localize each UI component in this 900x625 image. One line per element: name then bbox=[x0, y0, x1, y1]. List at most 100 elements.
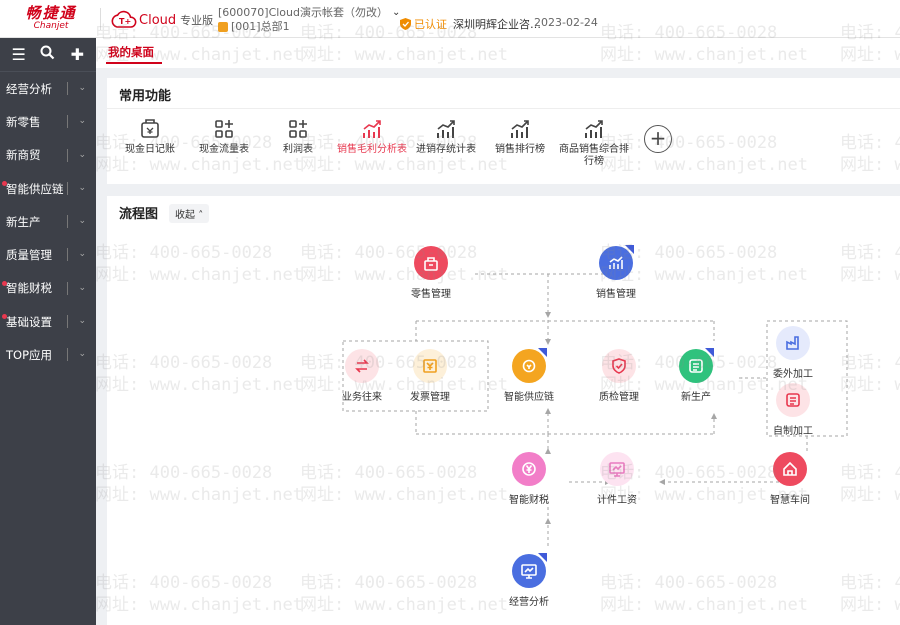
sidebar-item[interactable]: 智能供应链 ⌄ bbox=[0, 172, 96, 205]
corner-marker bbox=[538, 348, 547, 357]
flow-node-retail[interactable]: 零售管理 bbox=[396, 246, 466, 300]
shortcut-6[interactable]: 销售排行榜 bbox=[483, 118, 557, 156]
sidebar-item-label: 智能财税 bbox=[6, 281, 52, 296]
screen-icon bbox=[600, 452, 634, 486]
swap-icon bbox=[345, 349, 379, 383]
flow-node-sales[interactable]: 销售管理 bbox=[581, 245, 651, 300]
chart-up-icon bbox=[363, 120, 381, 138]
search-icon[interactable] bbox=[37, 45, 59, 64]
flow-node-contacts[interactable]: 业务往来 bbox=[327, 349, 397, 403]
flow-node-outsource[interactable]: 委外加工 bbox=[758, 326, 828, 380]
sidebar-item-separator bbox=[67, 82, 68, 95]
sidebar-item-separator bbox=[67, 315, 68, 329]
flow-node-production[interactable]: 新生产 bbox=[661, 348, 731, 403]
flow-node-analysis[interactable]: 经营分析 bbox=[494, 553, 564, 608]
shortcut-label: 销售毛利分析表 bbox=[337, 144, 407, 155]
flow-node-label: 销售管理 bbox=[596, 289, 636, 300]
chevron-down-icon[interactable]: ⌄ bbox=[78, 150, 86, 160]
flow-node-workshop[interactable]: 智慧车间 bbox=[755, 452, 825, 506]
invoice-icon bbox=[413, 349, 447, 383]
chevron-down-icon[interactable]: ⌄ bbox=[78, 183, 86, 193]
notification-dot bbox=[2, 280, 7, 286]
flow-node-label: 零售管理 bbox=[411, 289, 451, 300]
sidebar-toolbar: ☰ ✚ bbox=[0, 38, 96, 72]
shieldq-icon bbox=[602, 349, 636, 383]
sidebar-item[interactable]: 质量管理 ⌄ bbox=[0, 238, 96, 271]
sidebar-item[interactable]: 经营分析 ⌄ bbox=[0, 72, 96, 105]
sidebar-item-separator bbox=[67, 348, 68, 362]
doc-icon bbox=[776, 383, 810, 417]
sidebar-item[interactable]: 基础设置 ⌄ bbox=[0, 305, 96, 338]
flow-node-label: 计件工资 bbox=[597, 495, 637, 506]
flow-node-label: 发票管理 bbox=[410, 392, 450, 403]
chart-up-icon bbox=[437, 120, 455, 138]
chevron-down-icon[interactable]: ⌄ bbox=[78, 116, 86, 126]
corner-marker bbox=[625, 245, 634, 254]
header-divider bbox=[100, 8, 101, 30]
flowchart-panel: 流程图 收起 ˄ 零售管理 销售管理 业务往来 发票管理 智能供应链 质检管理 … bbox=[107, 196, 900, 625]
cycle-icon bbox=[512, 348, 547, 383]
sidebar-item[interactable]: 新商贸 ⌄ bbox=[0, 139, 96, 172]
chevron-down-icon[interactable]: ⌄ bbox=[78, 216, 86, 226]
shortcut-3[interactable]: 利润表 bbox=[261, 118, 335, 156]
corner-marker bbox=[705, 348, 714, 357]
sidebar-item-label: 智能供应链 bbox=[6, 181, 64, 196]
sidebar-item-separator bbox=[67, 215, 68, 229]
menu-icon[interactable]: ☰ bbox=[8, 45, 30, 64]
account-name: [600070]Cloud演示帐套（勿改） bbox=[218, 6, 388, 19]
shortcut-1[interactable]: 现金日记账 bbox=[113, 118, 187, 156]
chevron-down-icon[interactable]: ⌄ bbox=[78, 283, 86, 293]
chevron-down-icon[interactable]: ⌄ bbox=[78, 349, 86, 359]
shortcut-label: 销售排行榜 bbox=[495, 144, 545, 155]
flow-node-quality[interactable]: 质检管理 bbox=[584, 349, 654, 403]
tab-strip: 我的桌面 bbox=[96, 38, 900, 68]
flow-node-label: 自制加工 bbox=[773, 426, 813, 437]
flow-node-supply[interactable]: 智能供应链 bbox=[494, 348, 564, 403]
flow-node-label: 新生产 bbox=[681, 392, 711, 403]
shortcut-label: 进销存统计表 bbox=[416, 144, 476, 155]
flow-node-selfmade[interactable]: 自制加工 bbox=[758, 383, 828, 437]
sidebar-item-label: TOP应用 bbox=[6, 348, 53, 363]
sidebar-item[interactable]: 新零售 ⌄ bbox=[0, 105, 96, 138]
edition-label: 专业版 bbox=[180, 14, 214, 27]
sidebar-item-label: 经营分析 bbox=[6, 81, 52, 96]
shortcut-7[interactable]: 商品销售综合排行榜 bbox=[557, 118, 631, 168]
screen-icon bbox=[512, 553, 547, 588]
company-name[interactable]: 深圳明辉企业咨… bbox=[453, 16, 541, 32]
chevron-down-icon[interactable]: ⌄ bbox=[78, 83, 86, 93]
common-functions-panel: 常用功能 现金日记账 现金流量表 利润表 销售毛利分析表 进销存统计表 销售排行榜 商品销售… bbox=[107, 78, 900, 184]
shortcut-label: 商品销售综合排行榜 bbox=[559, 144, 629, 167]
sidebar-item-label: 新生产 bbox=[6, 214, 41, 229]
chevron-down-icon[interactable]: ⌄ bbox=[78, 316, 86, 326]
flow-node-finance[interactable]: 智能财税 bbox=[494, 452, 564, 506]
yen-icon bbox=[512, 452, 546, 486]
account-switcher[interactable]: [600070]Cloud演示帐套（勿改） ⌄ [001]总部1 bbox=[218, 6, 400, 34]
top-header: 畅捷通 Chanjet T+ Cloud 专业版 [600070]Cloud演示… bbox=[0, 0, 900, 38]
chevron-down-icon[interactable]: ⌄ bbox=[78, 249, 86, 259]
flow-node-invoice[interactable]: 发票管理 bbox=[395, 349, 465, 403]
shortcut-5[interactable]: 进销存统计表 bbox=[409, 118, 483, 156]
plus-icon[interactable]: ✚ bbox=[66, 45, 88, 64]
sidebar-item[interactable]: TOP应用 ⌄ bbox=[0, 338, 96, 371]
cash-journal-icon bbox=[141, 119, 159, 138]
shortcut-2[interactable]: 现金流量表 bbox=[187, 118, 261, 156]
flow-node-label: 智能供应链 bbox=[504, 392, 554, 403]
shortcut-4[interactable]: 销售毛利分析表 bbox=[335, 118, 409, 156]
certified-label: 已认证 bbox=[414, 18, 447, 31]
cloud-icon: T+ bbox=[111, 10, 137, 28]
sidebar-item[interactable]: 智能财税 ⌄ bbox=[0, 272, 96, 305]
sidebar-item[interactable]: 新生产 ⌄ bbox=[0, 205, 96, 238]
sidebar-menu: 经营分析 ⌄ 新零售 ⌄ 新商贸 ⌄ 智能供应链 ⌄ 新生产 ⌄ 质量管理 ⌄ 智能财税 ⌄ 基础设置 ⌄ TO… bbox=[0, 72, 96, 372]
sidebar-item-label: 新零售 bbox=[6, 114, 41, 129]
chart-up-icon bbox=[511, 120, 529, 138]
common-functions-title: 常用功能 bbox=[119, 89, 172, 104]
tab-my-desktop[interactable]: 我的桌面 bbox=[108, 44, 154, 60]
sidebar-item-separator bbox=[67, 115, 68, 129]
grid-plus-icon bbox=[289, 120, 307, 138]
corner-marker bbox=[538, 553, 547, 562]
flow-node-piecework[interactable]: 计件工资 bbox=[582, 452, 652, 506]
add-shortcut-button[interactable]: + bbox=[644, 125, 672, 153]
chanjet-logo[interactable]: 畅捷通 Chanjet bbox=[10, 5, 92, 33]
doc-icon bbox=[679, 348, 714, 383]
chart-up-icon bbox=[585, 120, 603, 138]
